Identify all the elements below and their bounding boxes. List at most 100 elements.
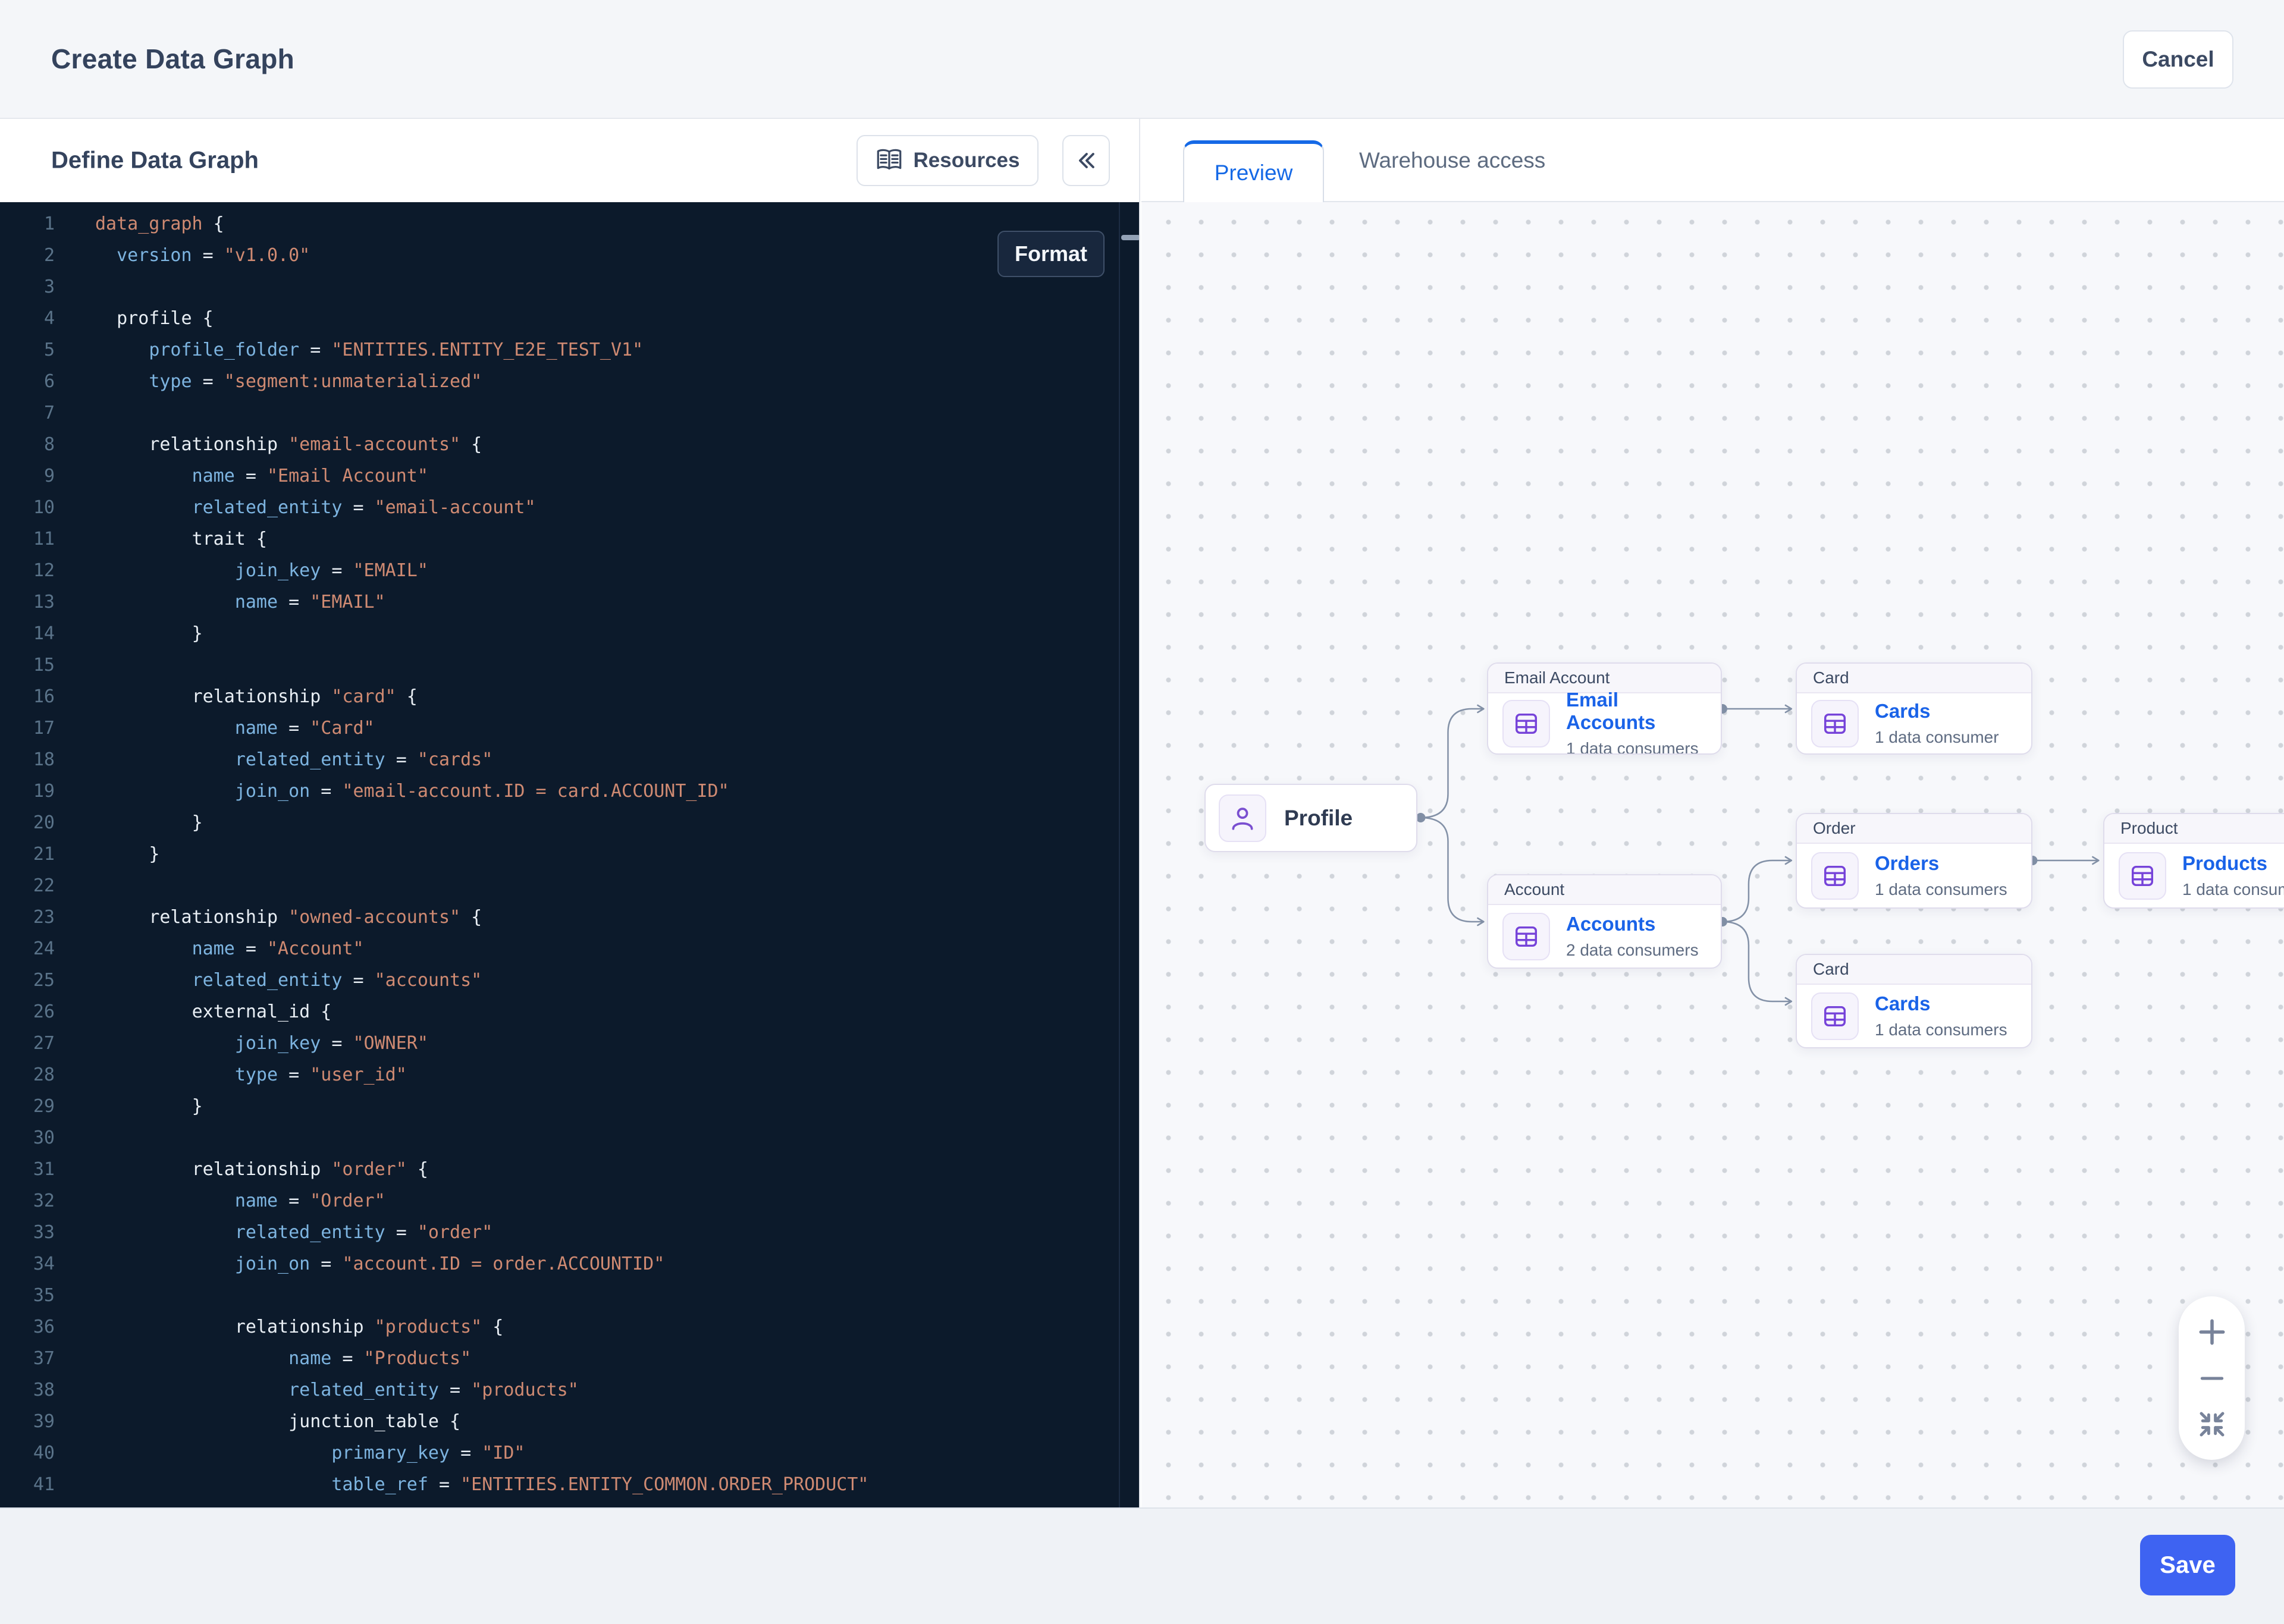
- line-number: 38: [0, 1374, 55, 1406]
- format-button[interactable]: Format: [997, 231, 1105, 277]
- cancel-button[interactable]: Cancel: [2123, 30, 2233, 89]
- table-icon: [1811, 992, 1859, 1040]
- node-title-link[interactable]: Email Accounts: [1566, 689, 1706, 734]
- code-line: 37 name = "Products": [0, 1343, 1139, 1374]
- line-number: 2: [0, 240, 55, 271]
- line-number: 30: [0, 1122, 55, 1154]
- line-number: 21: [0, 838, 55, 870]
- line-number: 15: [0, 649, 55, 681]
- line-number: 14: [0, 618, 55, 649]
- code-line: 33 related_entity = "order": [0, 1217, 1139, 1248]
- node-label: Profile: [1284, 806, 1353, 831]
- code-line: 9 name = "Email Account": [0, 460, 1139, 492]
- node-consumers: 1 data consumers: [1875, 880, 2007, 899]
- graph-node-cards[interactable]: CardCards1 data consumers: [1796, 954, 2032, 1048]
- node-title-link[interactable]: Cards: [1875, 992, 2007, 1015]
- node-consumers: 1 data consumers: [1566, 739, 1706, 755]
- page-title: Create Data Graph: [51, 43, 294, 75]
- code-line: 18 related_entity = "cards": [0, 744, 1139, 775]
- code-line: 5 profile_folder = "ENTITIES.ENTITY_E2E_…: [0, 334, 1139, 366]
- compress-icon: [2196, 1408, 2228, 1440]
- graph-node-products[interactable]: Product Products 1 data consumer: [2103, 813, 2284, 909]
- fit-view-button[interactable]: [2194, 1406, 2230, 1442]
- code-line: 19 join_on = "email-account.ID = card.AC…: [0, 775, 1139, 807]
- line-number: 9: [0, 460, 55, 492]
- code-line: 22: [0, 870, 1139, 901]
- code-line: 16 relationship "card" {: [0, 681, 1139, 712]
- resources-label: Resources: [914, 149, 1020, 172]
- code-line: 17 name = "Card": [0, 712, 1139, 744]
- graph-canvas[interactable]: Profile Email AccountEmail Accounts1 data…: [1141, 202, 2284, 1507]
- code-line: 10 related_entity = "email-account": [0, 492, 1139, 523]
- zoom-out-button[interactable]: [2194, 1361, 2230, 1396]
- code-line: 30: [0, 1122, 1139, 1154]
- graph-node-email-accounts[interactable]: Email AccountEmail Accounts1 data consum…: [1487, 662, 1722, 755]
- line-number: 13: [0, 586, 55, 618]
- code-line: 20 }: [0, 807, 1139, 838]
- line-number: 5: [0, 334, 55, 366]
- node-consumers: 1 data consumer: [1875, 728, 1999, 747]
- graph-node-cards[interactable]: Card Cards 1 data consumer: [1796, 662, 2032, 755]
- code-editor[interactable]: 1data_graph {2 version = "v1.0.0"34 prof…: [0, 202, 1139, 1507]
- line-number: 24: [0, 933, 55, 965]
- node-group-label: Card: [1797, 664, 2031, 693]
- code-line: 34 join_on = "account.ID = order.ACCOUNT…: [0, 1248, 1139, 1280]
- code-line: 1data_graph {: [0, 208, 1139, 240]
- resources-button[interactable]: Resources: [857, 135, 1039, 186]
- node-title-link[interactable]: Cards: [1875, 700, 1999, 723]
- zoom-in-button[interactable]: [2194, 1314, 2230, 1350]
- code-line: 39 junction_table {: [0, 1406, 1139, 1437]
- line-number: 35: [0, 1280, 55, 1311]
- code-line: 3: [0, 271, 1139, 303]
- line-number: 29: [0, 1091, 55, 1122]
- graph-node-accounts[interactable]: AccountAccounts2 data consumers: [1487, 874, 1722, 969]
- code-line: 25 related_entity = "accounts": [0, 965, 1139, 996]
- code-line: 12 join_key = "EMAIL": [0, 555, 1139, 586]
- tab-warehouse-access[interactable]: Warehouse access: [1359, 119, 1545, 202]
- collapse-pane-button[interactable]: [1062, 135, 1110, 186]
- pane-resize-handle[interactable]: [1121, 235, 1139, 240]
- code-line: 13 name = "EMAIL": [0, 586, 1139, 618]
- line-number: 39: [0, 1406, 55, 1437]
- book-icon: [876, 148, 903, 173]
- table-icon: [1811, 700, 1859, 747]
- node-group-label: Account: [1488, 875, 1721, 905]
- line-number: 26: [0, 996, 55, 1028]
- graph-node-orders[interactable]: OrderOrders1 data consumers: [1796, 813, 2032, 909]
- code-line: 38 related_entity = "products": [0, 1374, 1139, 1406]
- save-button[interactable]: Save: [2140, 1535, 2235, 1595]
- line-number: 4: [0, 303, 55, 334]
- line-number: 19: [0, 775, 55, 807]
- line-number: 40: [0, 1437, 55, 1469]
- chevrons-left-icon: [1073, 147, 1099, 174]
- line-number: 23: [0, 901, 55, 933]
- code-line: 29 }: [0, 1091, 1139, 1122]
- line-number: 7: [0, 397, 55, 429]
- tab-preview[interactable]: Preview: [1183, 140, 1324, 202]
- node-title-link[interactable]: Orders: [1875, 852, 2007, 875]
- table-icon: [1811, 852, 1859, 900]
- node-title-link[interactable]: Products: [2182, 852, 2284, 875]
- node-group-label: Product: [2104, 814, 2284, 844]
- app-footer: Save: [0, 1507, 2284, 1624]
- node-consumers: 1 data consumers: [1875, 1020, 2007, 1039]
- line-number: 31: [0, 1154, 55, 1185]
- code-line: 11 trait {: [0, 523, 1139, 555]
- line-number: 32: [0, 1185, 55, 1217]
- code-line: 2 version = "v1.0.0": [0, 240, 1139, 271]
- graph-node-profile[interactable]: Profile: [1204, 784, 1417, 852]
- line-number: 1: [0, 208, 55, 240]
- code-line: 41 table_ref = "ENTITIES.ENTITY_COMMON.O…: [0, 1469, 1139, 1500]
- code-line: 32 name = "Order": [0, 1185, 1139, 1217]
- line-number: 12: [0, 555, 55, 586]
- code-line: 36 relationship "products" {: [0, 1311, 1139, 1343]
- line-number: 28: [0, 1059, 55, 1091]
- code-line: 24 name = "Account": [0, 933, 1139, 965]
- node-title-link[interactable]: Accounts: [1566, 913, 1699, 935]
- line-number: 10: [0, 492, 55, 523]
- code-line: 21 }: [0, 838, 1139, 870]
- code-line: 14 }: [0, 618, 1139, 649]
- table-icon: [2119, 852, 2166, 900]
- node-consumers: 1 data consumer: [2182, 880, 2284, 899]
- line-number: 11: [0, 523, 55, 555]
